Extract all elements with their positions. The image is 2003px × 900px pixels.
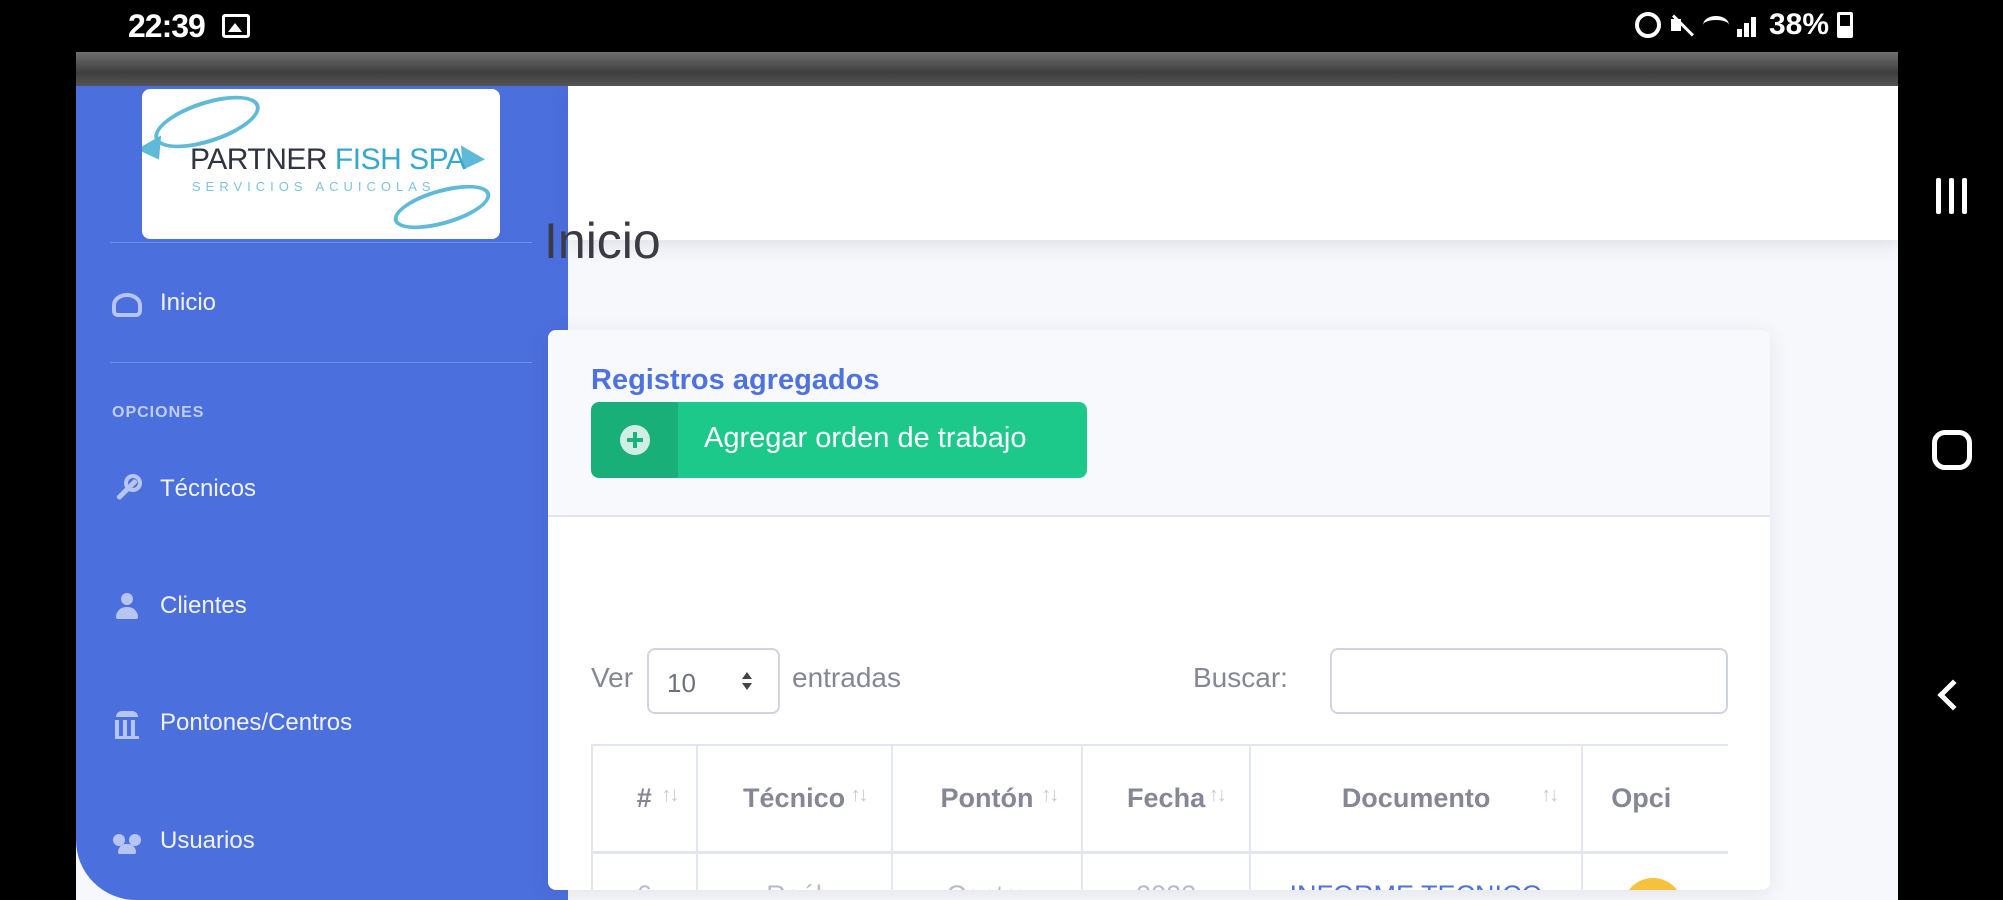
signal-icon [1736,13,1761,37]
search-label: Buscar: [1193,662,1288,693]
android-nav-bar [1898,0,2003,900]
column-header-id[interactable]: # ↑↓ [591,746,698,854]
wifi-icon [1702,16,1729,34]
column-header-label: Opci [1611,782,1672,813]
column-header-label: # [636,782,652,813]
status-icons: 38% [1634,8,1853,42]
column-header-label: Documento [1341,782,1491,813]
user-icon [112,591,142,621]
column-header-tecnico[interactable]: Técnico ↑↓ [696,746,893,854]
options-button[interactable] [1623,877,1684,890]
table-row: 6 Raúl Centro 2022 INFORME TECNICO [591,852,1728,890]
sidebar: PARTNER FISH SPA SERVICIOS ACUICOLAS Ini… [76,86,568,900]
sidebar-item-tecnicos[interactable]: Técnicos [112,464,256,514]
battery-icon [1837,12,1853,38]
table-header-row: # ↑↓ Técnico ↑↓ Pontón ↑↓ Fecha ↑↓ Documento… [591,746,1728,854]
logo-brand-dark: PARTNER [190,143,335,176]
card-header: Registros agregados Agregar orden de tra… [548,330,1770,517]
battery-percent: 38% [1768,8,1829,41]
sidebar-item-label: Pontones/Centros [160,709,353,736]
column-header-opciones[interactable]: Opci [1582,746,1728,854]
status-time: 22:39 [128,8,206,44]
sidebar-item-label: Usuarios [160,827,255,854]
topbar [568,86,1898,240]
document-link[interactable]: INFORME TECNICO [1249,852,1584,890]
length-prefix: Ver [591,662,634,693]
table-cell: 2022 [1082,852,1251,890]
button-icon-area [591,402,678,478]
length-suffix: entradas [792,662,901,693]
logo-brand-light: FISH SPA [334,143,466,176]
sidebar-item-label: Clientes [160,592,247,619]
logo-text: PARTNER FISH SPA [190,143,466,177]
column-header-documento[interactable]: Documento ↑↓ [1249,746,1584,854]
column-header-ponton[interactable]: Pontón ↑↓ [891,746,1084,854]
column-header-fecha[interactable]: Fecha ↑↓ [1082,746,1251,854]
plus-circle-icon [620,425,650,455]
users-icon [112,826,142,856]
sidebar-item-clientes[interactable]: Clientes [112,581,247,631]
sort-icon: ↑↓ [1208,784,1227,806]
sidebar-item-pontones[interactable]: Pontones/Centros [112,698,352,748]
gauge-icon [112,293,142,317]
sidebar-divider [110,242,532,243]
table-cell-options [1582,852,1728,890]
column-header-label: Fecha [1127,782,1206,813]
add-work-order-label: Agregar orden de trabajo [704,422,1027,454]
browser-toolbar [76,52,1898,86]
table-cell: 6 [591,852,698,890]
brand-logo[interactable]: PARTNER FISH SPA SERVICIOS ACUICOLAS [142,89,500,239]
alarm-icon [1634,12,1661,38]
entries-select[interactable]: 10 [647,648,780,714]
home-icon[interactable] [1932,430,1972,470]
table-cell: Centro [891,852,1084,890]
records-card: Registros agregados Agregar orden de tra… [548,330,1770,890]
sidebar-divider [110,362,532,363]
data-table-wrapper[interactable]: # ↑↓ Técnico ↑↓ Pontón ↑↓ Fecha ↑↓ Documento… [591,744,1728,890]
sort-icon: ↑↓ [850,784,869,806]
building-icon [112,708,142,739]
page-title: Inicio [544,213,661,269]
image-icon [222,14,250,38]
column-header-label: Técnico [743,782,846,813]
sidebar-item-label: Técnicos [160,475,257,502]
mute-icon [1669,12,1695,38]
card-title: Registros agregados [591,364,880,396]
sort-icon: ↑↓ [661,784,680,806]
sidebar-section-label: OPCIONES [112,404,205,421]
back-icon[interactable] [1937,679,1969,711]
sidebar-item-label: Inicio [160,289,217,316]
search-input[interactable] [1330,648,1728,714]
sidebar-item-usuarios[interactable]: Usuarios [112,816,255,866]
column-header-label: Pontón [940,782,1034,813]
wrench-icon [112,474,142,504]
sort-icon: ↑↓ [1041,784,1059,806]
sidebar-item-inicio[interactable]: Inicio [112,278,216,328]
entries-select-value: 10 [667,668,696,698]
table-cell: Raúl [696,852,893,890]
caret-updown-icon [742,672,752,692]
sort-icon: ↑↓ [1541,784,1559,806]
logo-subtitle: SERVICIOS ACUICOLAS [192,179,436,194]
add-work-order-button[interactable]: Agregar orden de trabajo [591,402,1087,478]
data-table: # ↑↓ Técnico ↑↓ Pontón ↑↓ Fecha ↑↓ Documento… [591,746,1728,890]
recents-icon[interactable] [1934,178,1970,214]
status-bar: 22:39 38% [0,0,2003,52]
